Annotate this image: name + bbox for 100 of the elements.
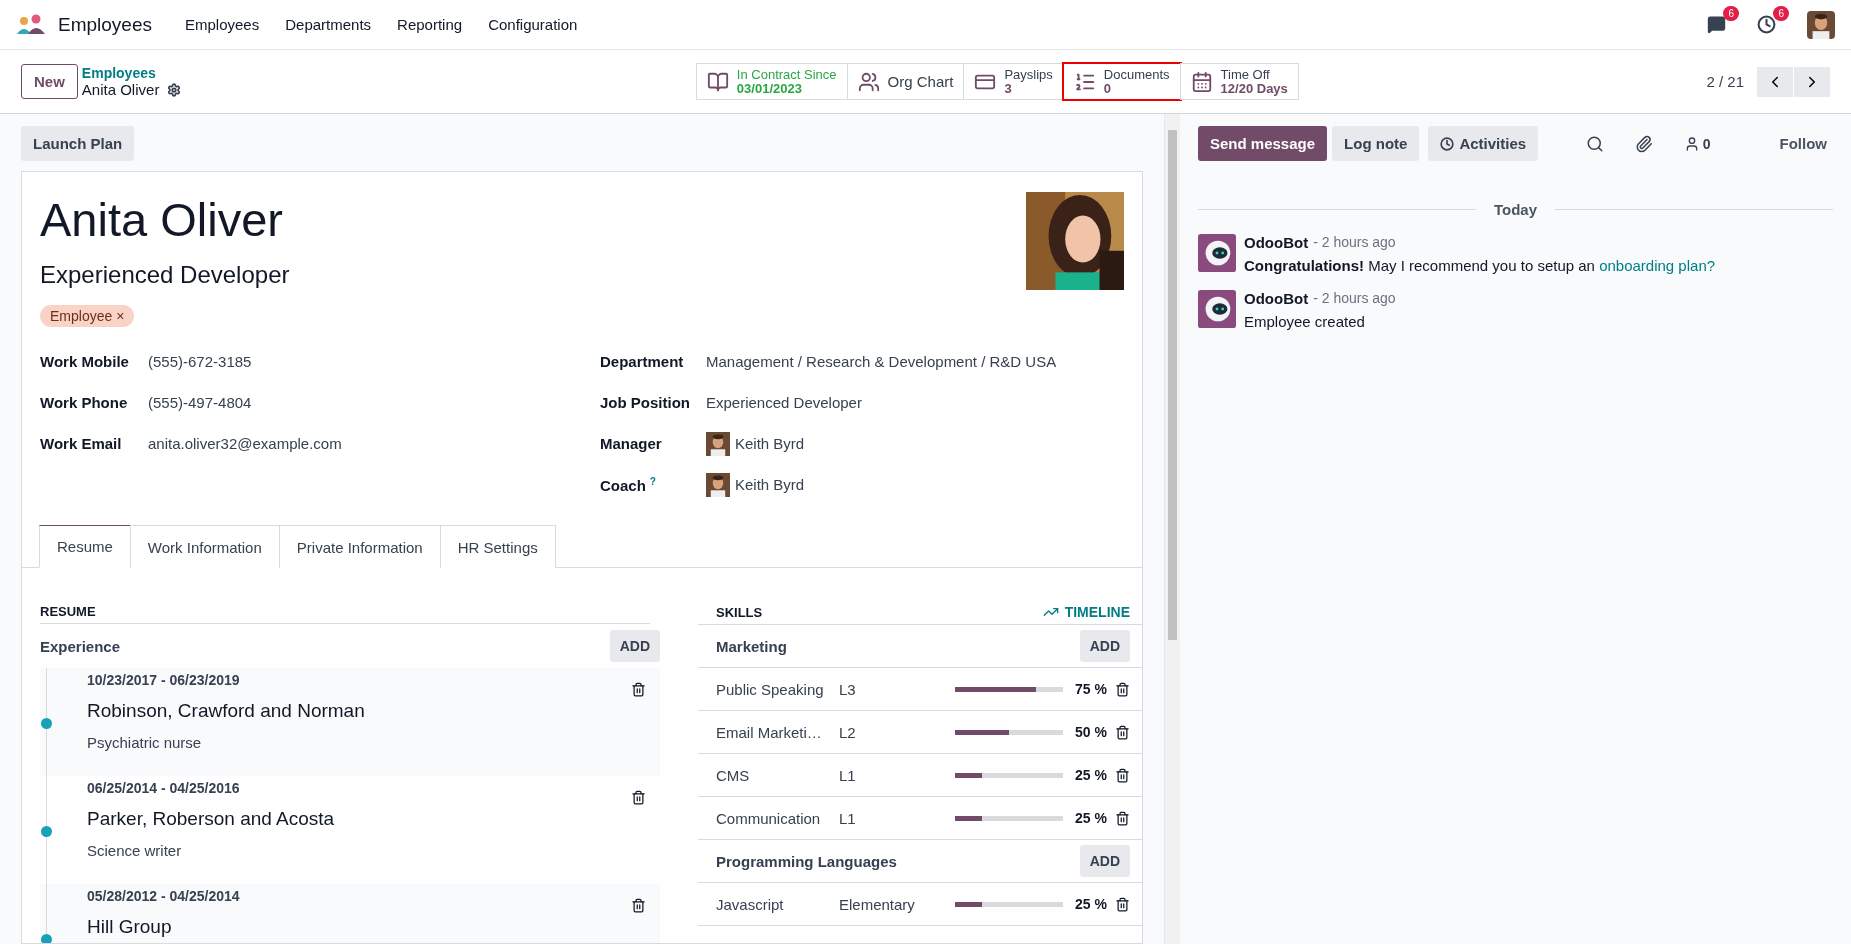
skill-level: Elementary	[839, 895, 916, 913]
delete-button[interactable]	[1115, 724, 1130, 740]
percent-value: 50 %	[1074, 724, 1107, 740]
delete-button[interactable]	[1115, 681, 1130, 697]
percent-value: 75 %	[1074, 681, 1107, 697]
skill-level: L3	[839, 680, 857, 698]
percent-value: 25 %	[1074, 767, 1107, 783]
new-button[interactable]: New	[21, 64, 78, 99]
skill-name: Public Speaking	[716, 680, 825, 698]
book-icon	[706, 70, 729, 93]
timeline-dot-icon	[41, 826, 52, 837]
delete-button[interactable]	[631, 898, 646, 913]
message-author: OdooBot	[1244, 234, 1309, 251]
company-name[interactable]: Robinson, Crawford and Norman	[87, 700, 638, 722]
company-name[interactable]: Hill Group	[87, 916, 638, 938]
field-label: Department	[600, 353, 685, 370]
percent-value: 25 %	[1074, 810, 1107, 826]
calendar-icon	[1190, 70, 1213, 93]
date-range: 06/25/2014 - 04/25/2016	[87, 780, 241, 796]
tab[interactable]: Resume	[39, 525, 131, 568]
send-message-button[interactable]: Send message	[1198, 126, 1328, 161]
clock-icon[interactable]	[1756, 15, 1776, 34]
messages-icon[interactable]	[1706, 15, 1726, 34]
skill-level: L2	[839, 723, 857, 741]
skill-level: L1	[839, 809, 857, 827]
follow-button[interactable]: Follow	[1773, 134, 1833, 153]
add-button[interactable]: ADD	[1079, 845, 1130, 877]
message-count: 6	[1723, 5, 1739, 21]
group-title: Marketing	[716, 637, 787, 655]
message-time: - 2 hours ago	[1313, 290, 1396, 307]
delete-button[interactable]	[631, 790, 646, 805]
menu-item[interactable]: Employees	[174, 16, 271, 33]
field-value[interactable]: Keith Byrd	[735, 476, 805, 493]
field-label: Manager	[600, 435, 663, 452]
field-value[interactable]: (555)-672-3185	[148, 353, 252, 370]
add-button[interactable]: ADD	[609, 630, 660, 662]
activities-button[interactable]: Activities	[1428, 126, 1539, 161]
field-value[interactable]: (555)-497-4804	[148, 394, 252, 411]
skill-level: L1	[839, 766, 857, 784]
date-range: 10/23/2017 - 06/23/2019	[87, 672, 241, 688]
group-title: Experience	[40, 637, 121, 655]
message-text: Congratulations! May I recommend you to setup an onboarding plan?	[1244, 257, 1716, 274]
section-title: RESUME	[40, 604, 96, 619]
smart-button[interactable]: Org Chart	[846, 63, 965, 100]
clock-icon	[1440, 136, 1455, 151]
followers-button[interactable]: 0	[1677, 134, 1717, 153]
smart-button[interactable]: Payslips 3	[963, 63, 1064, 100]
menu-item[interactable]: Configuration	[477, 16, 589, 33]
menu-item[interactable]: Reporting	[386, 16, 474, 33]
people-icon	[857, 70, 880, 93]
menu-item[interactable]: Departments	[274, 16, 383, 33]
field-label: Job Position	[600, 394, 691, 411]
delete-button[interactable]	[1115, 896, 1130, 912]
onboarding-link[interactable]: onboarding plan?	[1599, 257, 1716, 274]
skill-name: Javascript	[716, 895, 785, 913]
timeline-dot-icon	[41, 934, 52, 943]
timeline-dot-icon	[41, 718, 52, 729]
skill-name: Communication	[716, 809, 822, 827]
job-role: Psychiatric nurse	[87, 734, 203, 751]
scrollbar-thumb[interactable]	[1168, 130, 1177, 640]
field-label: Work Email	[40, 435, 123, 452]
tag-chip[interactable]: Employee ×	[40, 305, 135, 327]
tab[interactable]: Private Information	[278, 525, 441, 568]
tab[interactable]: HR Settings	[439, 525, 556, 568]
log-note-button[interactable]: Log note	[1332, 126, 1420, 161]
field-value[interactable]: anita.oliver32@example.com	[148, 435, 342, 452]
breadcrumb-link[interactable]: Employees	[81, 65, 582, 81]
settings-icon[interactable]	[167, 82, 182, 97]
field-value[interactable]: Experienced Developer	[706, 394, 862, 411]
percent-value: 25 %	[1074, 896, 1107, 912]
delete-button[interactable]	[1115, 810, 1130, 826]
smart-button[interactable]: Time Off 12/20 Days	[1179, 63, 1299, 100]
date-separator: Today	[1493, 201, 1538, 218]
delete-button[interactable]	[631, 682, 646, 697]
employee-name[interactable]: Anita Oliver	[40, 192, 290, 247]
robot-avatar-icon	[1198, 290, 1236, 328]
date-range: 05/28/2012 - 04/25/2014	[87, 888, 241, 904]
activity-count: 6	[1773, 5, 1789, 21]
record-name: Anita Oliver	[81, 81, 160, 98]
tab[interactable]: Work Information	[129, 525, 280, 568]
add-button[interactable]: ADD	[1079, 630, 1130, 662]
timeline-link[interactable]: TIMELINE	[1042, 604, 1130, 620]
robot-avatar-icon	[1198, 234, 1236, 272]
pager-counter: 2 / 21	[1706, 73, 1744, 90]
launch-plan-button[interactable]: Launch Plan	[21, 126, 135, 161]
skill-name: Email Marketi…	[716, 723, 823, 741]
group-title: Programming Languages	[716, 852, 897, 870]
delete-button[interactable]	[1115, 767, 1130, 783]
app-logo-icon	[16, 13, 46, 36]
message-author: OdooBot	[1244, 290, 1309, 307]
app-name[interactable]: Employees	[58, 13, 152, 36]
field-label: Work Phone	[40, 394, 129, 411]
job-title[interactable]: Experienced Developer	[40, 261, 290, 289]
field-value[interactable]: Management / Research & Development / R&D USA	[706, 353, 1057, 370]
section-title: SKILLS	[716, 604, 763, 620]
field-value[interactable]: Keith Byrd	[735, 435, 805, 452]
message-time: - 2 hours ago	[1313, 234, 1396, 251]
message-text: Employee created	[1244, 313, 1366, 330]
company-name[interactable]: Parker, Roberson and Acosta	[87, 808, 638, 830]
smart-button[interactable]: Documents 0	[1062, 63, 1181, 100]
